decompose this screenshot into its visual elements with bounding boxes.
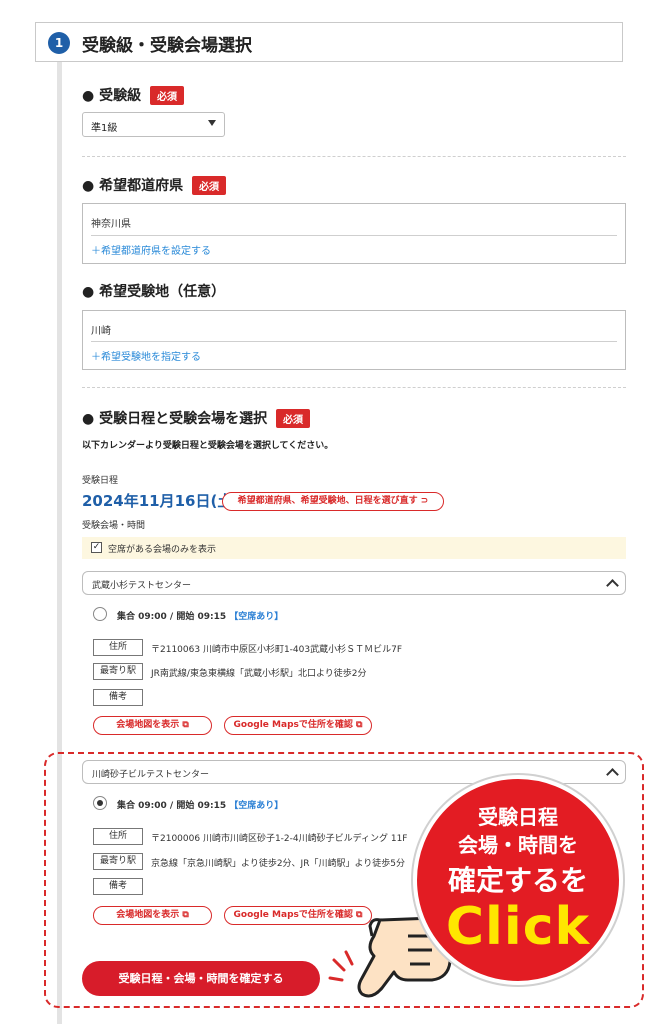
chevron-up-icon (606, 768, 619, 781)
area-value: 川崎 (91, 326, 111, 337)
venue-name: 川崎砂子ビルテストセンター (92, 770, 210, 780)
station-tag: 最寄り駅 (93, 853, 143, 870)
availability: 【空席あり】 (229, 801, 284, 811)
time-slot: 集合 09:00 / 開始 09:15 【空席あり】 (117, 609, 283, 622)
area-label: 希望受験地（任意） (99, 284, 226, 300)
schedule-label: 受験日程と受験会場を選択 (99, 411, 268, 427)
prefecture-value: 神奈川県 (91, 219, 131, 230)
notes-tag: 備考 (93, 878, 143, 895)
venue-name: 武蔵小杉テストセンター (92, 581, 192, 591)
time-slot-text: 集合 09:00 / 開始 09:15 (117, 612, 227, 622)
confirm-schedule-button[interactable]: 受験日程・会場・時間を確定する (82, 961, 320, 996)
click-callout-badge: 受験日程 会場・時間を 確定するを Click (413, 775, 623, 985)
prefecture-label: 希望都道府県 (99, 178, 184, 194)
required-badge: 必須 (191, 176, 226, 195)
schedule-instruction: 以下カレンダーより受験日程と受験会場を選択してください。 (82, 441, 334, 451)
time-slot: 集合 09:00 / 開始 09:15 【空席あり】 (117, 798, 283, 811)
chevron-up-icon (606, 579, 619, 592)
dropdown-arrow-icon (208, 120, 216, 126)
grade-select[interactable]: 準1級 (82, 112, 225, 137)
venue-station: 京急線「京急川崎駅」より徒歩2分、JR「川崎駅」より徒歩5分 (151, 859, 406, 869)
filter-row: ✓ 空席がある会場のみを表示 (82, 537, 626, 559)
prefecture-box: 神奈川県 ＋希望都道府県を設定する (82, 203, 626, 264)
venue-station: JR南武線/東急東横線「武蔵小杉駅」北口より徒歩2分 (151, 669, 367, 679)
google-maps-label: Google Mapsで住所を確認 (233, 720, 353, 730)
external-link-icon: ⧉ (356, 720, 363, 730)
set-prefecture-link[interactable]: ＋希望都道府県を設定する (91, 242, 211, 257)
set-area-link[interactable]: ＋希望受験地を指定する (91, 348, 201, 363)
area-box: 川崎 ＋希望受験地を指定する (82, 310, 626, 370)
required-badge: 必須 (149, 86, 184, 105)
venue-address: 〒2110063 川崎市中原区小杉町1-403武蔵小杉ＳＴＭビル7F (151, 645, 402, 655)
time-slot-radio[interactable] (93, 607, 107, 621)
time-slot-radio[interactable] (93, 796, 107, 810)
external-link-icon: ⧉ (182, 910, 189, 920)
filter-label: 空席がある会場のみを表示 (108, 545, 217, 555)
area-section-title: ● 希望受験地（任意） (82, 284, 226, 300)
venue-address: 〒2100006 川崎市川崎区砂子1-2-4川崎砂子ビルディング 11F (151, 834, 408, 844)
radio-selected-dot (97, 800, 103, 806)
show-map-label: 会場地図を表示 (116, 720, 180, 730)
venue-time-label: 受験会場・時間 (82, 521, 146, 531)
reselect-button[interactable]: 希望都道府県、希望受験地、日程を選び直す ⊃ (222, 492, 444, 511)
station-tag: 最寄り駅 (93, 663, 143, 680)
show-map-button[interactable]: 会場地図を表示 ⧉ (93, 716, 212, 735)
callout-line-1: 受験日程 (478, 805, 558, 829)
callout-click: Click (445, 897, 591, 957)
availability: 【空席あり】 (229, 612, 284, 622)
section-divider (82, 387, 626, 388)
step-header: 1 受験級・受験会場選択 (35, 22, 623, 62)
callout-line-3: 確定するを (447, 864, 588, 897)
callout-line-2: 会場・時間を (458, 833, 578, 857)
google-maps-button[interactable]: Google Mapsで住所を確認 ⧉ (224, 716, 372, 735)
notes-tag: 備考 (93, 689, 143, 706)
selected-date: 2024年11月16日(土) (82, 492, 240, 510)
box-divider (91, 235, 617, 236)
time-slot-text: 集合 09:00 / 開始 09:15 (117, 801, 227, 811)
section-divider (82, 156, 626, 157)
step-number-badge: 1 (48, 32, 70, 54)
required-badge: 必須 (275, 409, 310, 428)
schedule-section-title: ● 受験日程と受験会場を選択 必須 (82, 408, 310, 428)
prefecture-section-title: ● 希望都道府県 必須 (82, 175, 226, 195)
available-only-checkbox[interactable]: ✓ (91, 542, 102, 553)
grade-select-value: 準1級 (91, 123, 118, 134)
venue-accordion[interactable]: 武蔵小杉テストセンター (82, 571, 626, 595)
box-divider (91, 341, 617, 342)
show-map-button[interactable]: 会場地図を表示 ⧉ (93, 906, 212, 925)
show-map-label: 会場地図を表示 (116, 910, 180, 920)
grade-section-title: ● 受験級 必須 (82, 85, 184, 105)
external-link-icon: ⧉ (182, 720, 189, 730)
step-title: 受験級・受験会場選択 (82, 36, 252, 56)
date-label: 受験日程 (82, 476, 119, 486)
address-tag: 住所 (93, 639, 143, 656)
address-tag: 住所 (93, 828, 143, 845)
grade-label: 受験級 (99, 88, 142, 104)
